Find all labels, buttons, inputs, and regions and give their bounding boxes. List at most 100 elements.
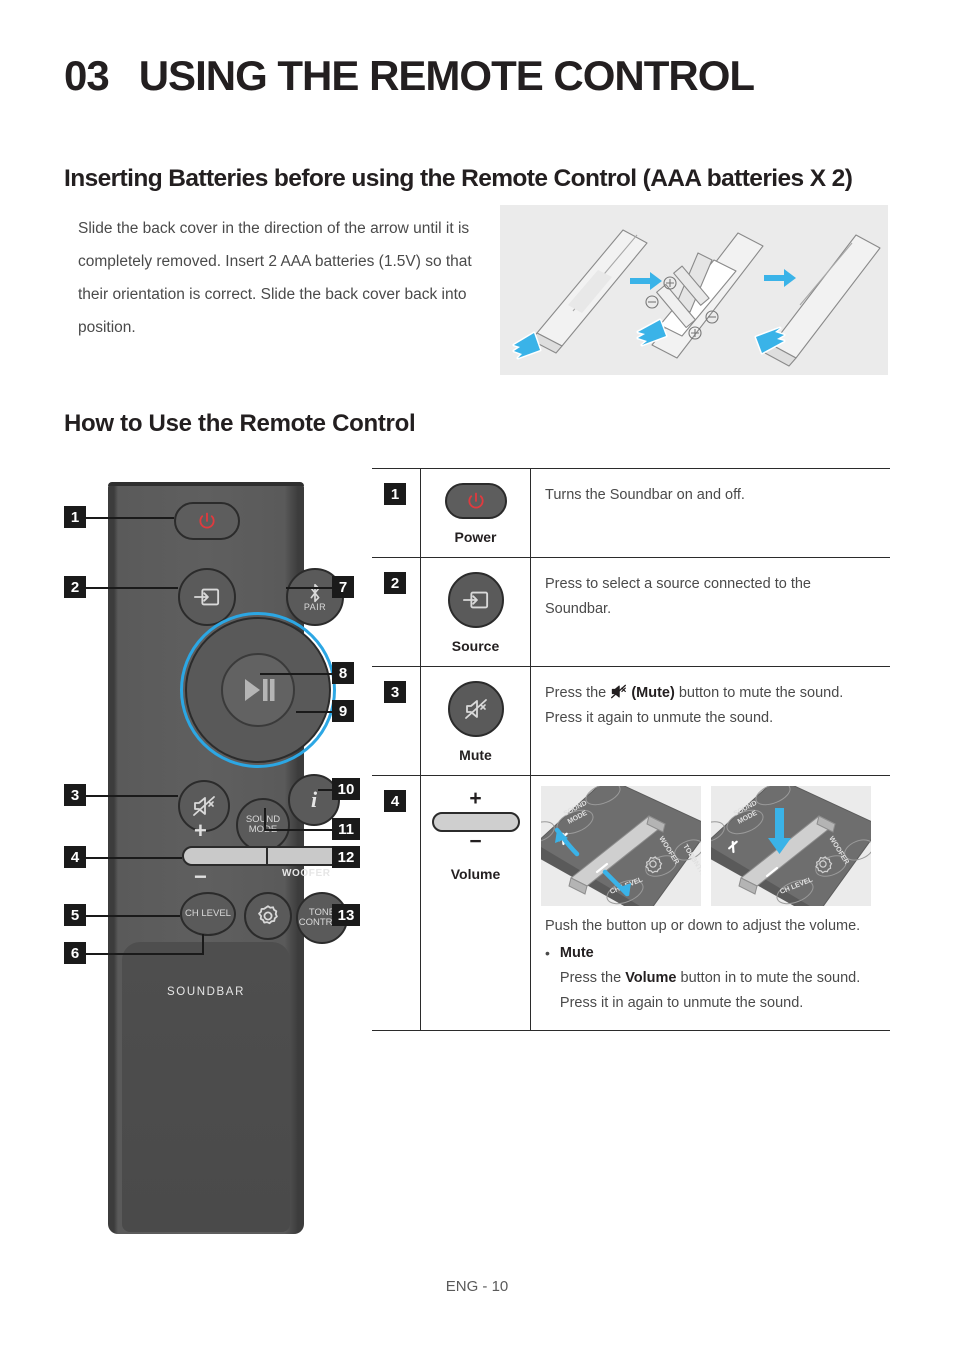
remote-sound-mode-label: SOUND MODE (245, 814, 281, 835)
remote-play-pause-button[interactable] (221, 653, 295, 727)
callout-5: 5 (64, 904, 86, 926)
volume-note: Push the button up or down to adjust the… (531, 906, 890, 1030)
callout-4: 4 (64, 846, 86, 868)
info-icon: i (310, 787, 318, 813)
remote-top-edge (108, 482, 304, 486)
batteries-section-heading: Inserting Batteries before using the Rem… (64, 165, 853, 192)
volume-plus-label: + (194, 818, 207, 843)
table-row: 4 + − Volume SOUND MODE WOOFER TONE CONT… (372, 776, 890, 1031)
source-icon (462, 591, 488, 609)
callout-lead-6b (202, 934, 204, 954)
bullet-pre: Press the (559, 970, 626, 986)
remote-diagram: SOUNDBAR PAIR i SOUND MODE + − WOOFER CH… (64, 468, 364, 1238)
page-footer: ENG - 10 (445, 1278, 509, 1295)
volume-illustration-updown: SOUND MODE WOOFER TONE CONTROL CH LEVEL (541, 786, 701, 906)
volume-note-main: Push the button up or down to adjust the… (545, 918, 861, 934)
row-badge-1: 1 (384, 483, 406, 505)
batteries-instructions: Slide the back cover in the direction of… (78, 220, 472, 336)
callout-lead-4 (86, 857, 182, 859)
remote-woofer-label: WOOFER (282, 868, 331, 879)
volume-bullet: • Mute Press the Volume button in to mut… (545, 941, 876, 1016)
callout-9: 9 (332, 700, 354, 722)
callout-lead-3 (86, 795, 178, 797)
callout-8: 8 (332, 662, 354, 684)
table-row-number-cell: 4 (372, 776, 420, 1030)
remote-power-button[interactable] (174, 502, 240, 540)
callout-lead-11a (264, 829, 332, 831)
remote-volume-woofer-rocker[interactable] (182, 846, 350, 866)
table-source-button[interactable] (447, 572, 504, 628)
table-description: Press the (Mute) button to mute the soun… (530, 667, 890, 775)
volume-bullet-body: Press the Volume button in to mute the s… (560, 966, 876, 1016)
svg-text:CONTROL: CONTROL (686, 851, 701, 885)
bluetooth-icon (310, 583, 320, 602)
row-badge-2: 2 (384, 572, 406, 594)
power-icon (199, 512, 215, 529)
table-description: SOUND MODE WOOFER TONE CONTROL CH LEVEL (530, 776, 890, 1030)
callout-lead-9 (296, 711, 332, 713)
volume-illustrations: SOUND MODE WOOFER TONE CONTROL CH LEVEL (531, 776, 890, 906)
table-button-label: Volume (450, 865, 501, 882)
manual-page: 03 USING THE REMOTE CONTROL Inserting Ba… (0, 0, 954, 1354)
bullet-bold: Volume (625, 970, 677, 986)
callout-lead-11b (264, 808, 266, 830)
table-row: 2 Source Press to select a source connec… (372, 558, 890, 667)
volume-pressin-svg: SOUND MODE WOOFER CH LEVEL (711, 786, 871, 906)
remote-ch-level-button[interactable]: CH LEVEL (180, 892, 236, 936)
table-row: 3 Mute Press the (Mute) button to mute t… (372, 667, 890, 776)
bullet-icon: • (545, 945, 550, 961)
callout-11: 11 (332, 818, 360, 840)
remote-model-label: SOUNDBAR (167, 986, 245, 998)
callout-7: 7 (332, 576, 354, 598)
volume-updown-svg: SOUND MODE WOOFER TONE CONTROL CH LEVEL (541, 786, 701, 906)
mute-desc-pre: Press the (545, 685, 611, 701)
table-mute-button[interactable] (447, 681, 504, 737)
howto-section-heading: How to Use the Remote Control (64, 410, 416, 437)
table-button-cell: + − Volume (420, 776, 530, 1030)
mute-desc-bold: (Mute) (631, 685, 675, 701)
mute-icon (464, 699, 487, 719)
volume-bullet-title: Mute (559, 945, 594, 961)
callout-lead-7 (286, 587, 332, 589)
volume-minus-label: − (194, 864, 207, 889)
remote-sound-mode-button[interactable]: SOUND MODE (236, 798, 290, 852)
callout-lead-10 (318, 789, 332, 791)
row-badge-3: 3 (384, 681, 406, 703)
table-button-cell: Mute (420, 667, 530, 775)
volume-illustration-pressin: SOUND MODE WOOFER CH LEVEL (711, 786, 871, 906)
table-volume-rocker[interactable] (431, 811, 520, 832)
remote-pair-label: PAIR (303, 601, 327, 612)
table-button-label: Power (454, 529, 497, 545)
table-row-number-cell: 2 (372, 558, 420, 666)
table-power-button[interactable] (444, 483, 507, 519)
callout-lead-2 (86, 587, 178, 589)
callout-lead-5 (86, 915, 180, 917)
table-volume-minus: − (469, 829, 482, 853)
remote-button-table: 1 Power Turns the Soundbar on and off. 2 (372, 468, 890, 1031)
gear-icon (258, 905, 278, 925)
table-description: Press to select a source connected to th… (530, 558, 890, 666)
callout-6: 6 (64, 942, 86, 964)
chapter-heading: 03 USING THE REMOTE CONTROL (64, 52, 755, 100)
source-icon (194, 588, 220, 606)
power-icon (467, 492, 484, 509)
mute-icon (193, 796, 215, 816)
chapter-title: USING THE REMOTE CONTROL (138, 52, 755, 99)
mute-inline-icon (611, 684, 627, 699)
remote-settings-button[interactable] (244, 892, 292, 940)
callout-1: 1 (64, 506, 86, 528)
table-volume-plus: + (469, 787, 482, 810)
remote-ch-level-label: CH LEVEL (185, 908, 231, 920)
battery-insertion-illustration (500, 205, 888, 375)
table-row: 1 Power Turns the Soundbar on and off. (372, 469, 890, 558)
table-button-cell: Source (420, 558, 530, 666)
row-badge-4: 4 (384, 790, 406, 812)
callout-lead-8 (260, 673, 332, 675)
chapter-number: 03 (64, 52, 110, 99)
table-row-number-cell: 1 (372, 469, 420, 557)
callout-12: 12 (332, 846, 360, 868)
callout-3: 3 (64, 784, 86, 806)
callout-13: 13 (332, 904, 360, 926)
callout-lead-6a (86, 953, 204, 955)
table-button-label: Mute (459, 747, 492, 763)
